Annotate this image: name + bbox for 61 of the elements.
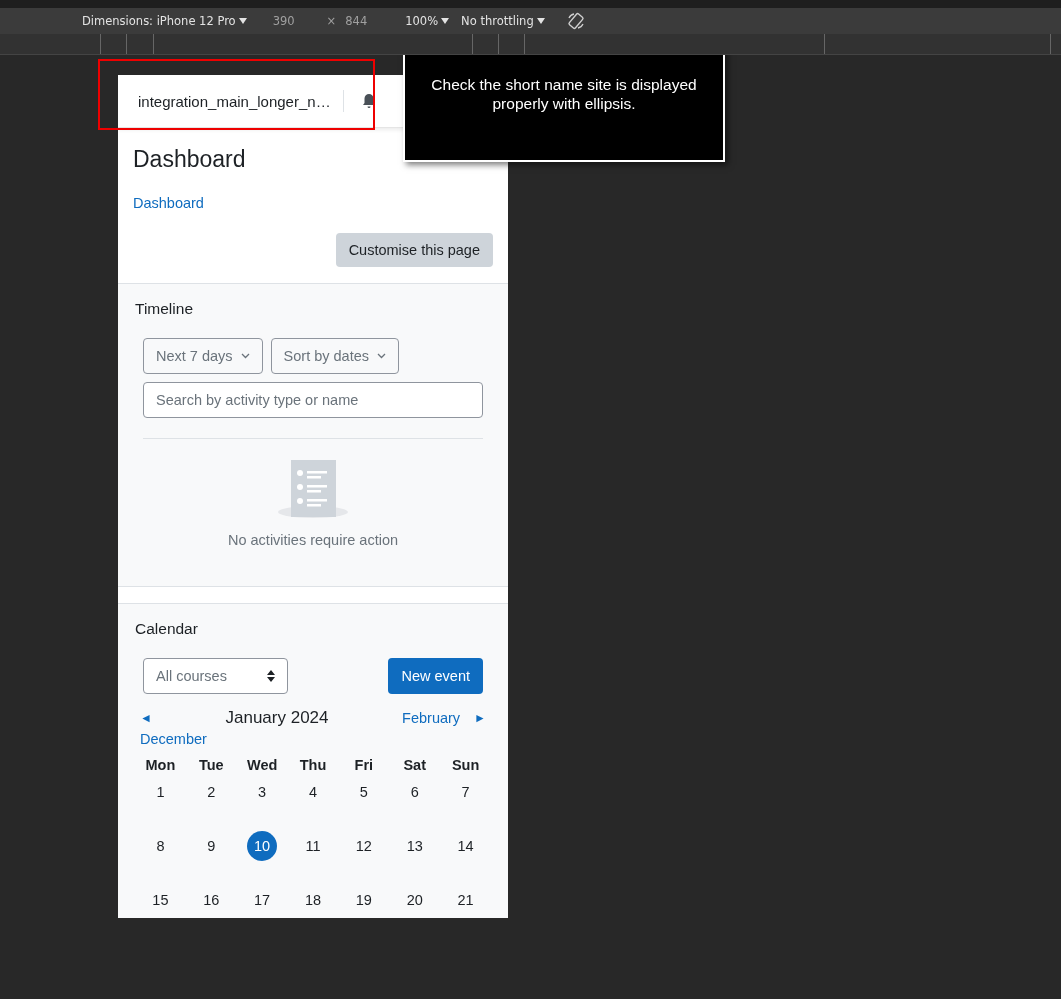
new-event-button[interactable]: New event (388, 658, 483, 694)
calendar-day[interactable]: 15 (145, 885, 176, 915)
page-title: Dashboard (133, 146, 247, 173)
calendar-day[interactable]: 14 (450, 831, 481, 861)
previous-month-arrow[interactable]: ◄ (140, 711, 152, 725)
weekday-header: Tue (197, 756, 225, 775)
calendar-day[interactable]: 21 (450, 885, 481, 915)
calendar-day[interactable]: 3 (247, 777, 278, 807)
zoom-dropdown[interactable]: 100% (405, 14, 439, 28)
calendar-day[interactable]: 19 (348, 885, 379, 915)
device-dropdown[interactable]: Dimensions: iPhone 12 Pro (82, 14, 236, 28)
calendar-day[interactable]: 6 (399, 777, 430, 807)
calendar-day[interactable]: 10 (247, 831, 278, 861)
caret-icon (536, 18, 545, 24)
calendar-day[interactable]: 17 (247, 885, 278, 915)
bell-icon[interactable] (361, 93, 376, 109)
annotation-text: Check the short name site is displayed properly with ellipsis. (430, 75, 698, 113)
weekday-header: Fri (353, 756, 375, 775)
caret-icon (238, 18, 247, 24)
calendar-day[interactable]: 11 (298, 831, 328, 861)
times-sign: × (326, 14, 337, 28)
site-name[interactable]: integration_main_longer_n… (138, 92, 331, 110)
month-title: January 2024 (224, 708, 330, 728)
chevron-down-icon (377, 353, 386, 359)
customise-button[interactable]: Customise this page (335, 233, 493, 267)
calendar-day[interactable]: 5 (348, 777, 379, 807)
sort-dropdown[interactable]: Sort by dates (270, 338, 399, 374)
card-title: Calendar (135, 620, 199, 638)
sort-arrows-icon (267, 670, 275, 682)
height-value: 844 (345, 14, 368, 28)
list-document-icon (278, 460, 348, 518)
filter-dropdown[interactable]: Next 7 days (143, 338, 263, 374)
caret-icon (441, 18, 450, 24)
next-month-arrow[interactable]: ► (474, 711, 486, 725)
calendar-day[interactable]: 9 (196, 831, 227, 861)
calendar-day[interactable]: 8 (145, 831, 176, 861)
search-field[interactable]: Search by activity type or name (143, 382, 483, 418)
weekday-header: Mon (144, 756, 177, 775)
calendar-day[interactable]: 12 (348, 831, 379, 861)
calendar-day[interactable]: 1 (145, 777, 176, 807)
weekday-header: Sat (402, 756, 427, 775)
course-select[interactable]: All courses (143, 658, 288, 694)
calendar-day[interactable]: 13 (399, 831, 430, 861)
next-month-link[interactable]: February (402, 710, 461, 726)
rotate-icon[interactable] (566, 12, 585, 30)
calendar-day[interactable]: 16 (196, 885, 227, 915)
weekday-header: Wed (245, 756, 279, 775)
calendar-day[interactable]: 4 (298, 777, 328, 807)
card-title: Timeline (135, 300, 194, 318)
weekday-header: Sun (450, 756, 481, 775)
calendar-day[interactable]: 18 (298, 885, 328, 915)
weekday-header: Thu (298, 756, 328, 775)
breadcrumb-link[interactable]: Dashboard (133, 195, 204, 211)
empty-message: No activities require action (227, 532, 399, 548)
calendar-day[interactable]: 7 (450, 777, 481, 807)
previous-month-link[interactable]: December (140, 731, 207, 747)
chevron-down-icon (240, 353, 250, 359)
calendar-day[interactable]: 20 (399, 885, 430, 915)
width-value: 390 (272, 14, 295, 28)
calendar-day[interactable]: 2 (196, 777, 227, 807)
throttling-dropdown[interactable]: No throttling (461, 14, 534, 28)
